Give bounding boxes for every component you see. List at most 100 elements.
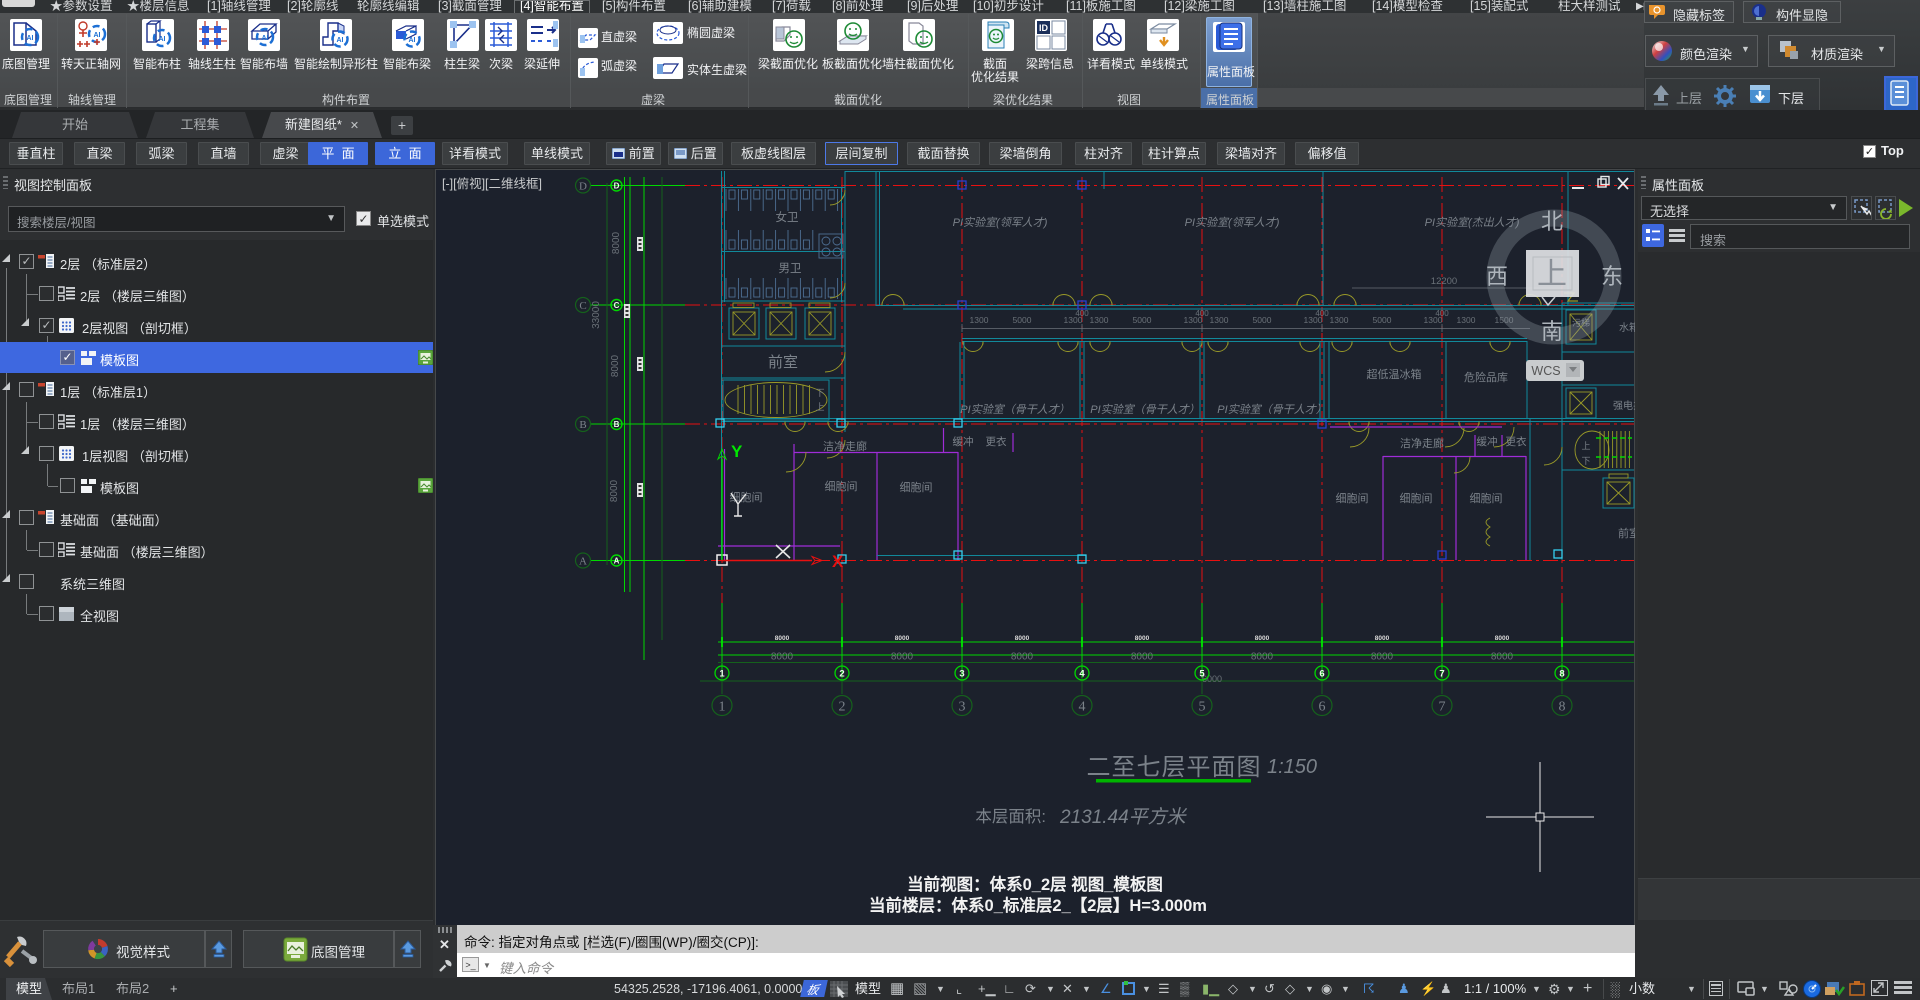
- svg-text:8000: 8000: [1375, 635, 1390, 642]
- svg-text:缓冲: 缓冲: [1477, 435, 1498, 448]
- svg-text:8000: 8000: [1015, 635, 1030, 642]
- svg-text:西: 西: [1486, 264, 1508, 289]
- svg-text:8000: 8000: [1255, 635, 1270, 642]
- svg-text:下: 下: [1581, 456, 1590, 466]
- svg-text:上: 上: [815, 402, 824, 412]
- svg-text:PI实验室(杰出人才): PI实验室(杰出人才): [1425, 216, 1520, 229]
- svg-text:下: 下: [815, 388, 824, 398]
- svg-text:8000: 8000: [1135, 635, 1150, 642]
- svg-text:8000: 8000: [610, 354, 621, 377]
- svg-text:超低温冰箱: 超低温冰箱: [1367, 367, 1422, 381]
- svg-text:南: 南: [1541, 319, 1563, 344]
- svg-text:8000: 8000: [1251, 652, 1274, 663]
- svg-text:5000: 5000: [1253, 315, 1272, 325]
- svg-text:A: A: [614, 557, 620, 566]
- svg-text:2: 2: [839, 669, 844, 680]
- svg-text:1:150: 1:150: [1267, 756, 1317, 778]
- svg-text:8000: 8000: [1131, 652, 1154, 663]
- svg-text:细胞间: 细胞间: [1336, 492, 1369, 505]
- svg-text:PI实验室（骨干人才）: PI实验室（骨干人才）: [1217, 403, 1326, 416]
- svg-text:8000: 8000: [1371, 652, 1394, 663]
- svg-text:8000: 8000: [771, 652, 794, 663]
- svg-text:A: A: [579, 556, 587, 568]
- svg-text:危险品库: 危险品库: [1464, 370, 1508, 384]
- svg-text:8000: 8000: [611, 231, 622, 254]
- svg-text:7: 7: [1439, 700, 1446, 715]
- svg-text:当前视图：体系0_2层 视图_模板图: 当前视图：体系0_2层 视图_模板图: [907, 874, 1163, 894]
- svg-text:3: 3: [959, 700, 966, 715]
- svg-text:更衣: 更衣: [1506, 435, 1528, 448]
- svg-text:细胞间: 细胞间: [825, 480, 858, 493]
- svg-text:C: C: [614, 301, 620, 310]
- svg-text:4: 4: [1079, 669, 1085, 680]
- svg-text:Y: Y: [731, 442, 743, 461]
- svg-text:8: 8: [1559, 669, 1564, 680]
- svg-text:缓冲: 缓冲: [953, 435, 974, 448]
- svg-text:400: 400: [1195, 309, 1209, 318]
- svg-text:细胞间: 细胞间: [1400, 492, 1433, 505]
- svg-text:400: 400: [1435, 309, 1449, 318]
- svg-text:PI实验室（骨干人才）: PI实验室（骨干人才）: [1090, 403, 1199, 416]
- svg-text:5: 5: [1199, 700, 1206, 715]
- svg-text:二至七层平面图: 二至七层平面图: [1087, 754, 1262, 781]
- svg-text:8000: 8000: [891, 652, 914, 663]
- svg-text:4: 4: [1079, 700, 1086, 715]
- svg-text:8000: 8000: [1495, 635, 1510, 642]
- svg-text:D: D: [579, 181, 587, 193]
- svg-text:洁净走廊: 洁净走廊: [823, 439, 867, 453]
- svg-text:ID: ID: [1039, 23, 1049, 33]
- svg-text:当前楼层：体系0_标准层2_【2层】H=3.000m: 当前楼层：体系0_标准层2_【2层】H=3.000m: [869, 895, 1207, 915]
- svg-text:5000: 5000: [1013, 315, 1032, 325]
- svg-text:女卫: 女卫: [776, 210, 799, 224]
- svg-text:细胞间: 细胞间: [900, 481, 933, 494]
- svg-text:7: 7: [1439, 669, 1444, 680]
- svg-text:AI: AI: [159, 36, 166, 43]
- svg-text:12200: 12200: [1431, 276, 1457, 287]
- svg-text:北: 北: [1541, 209, 1563, 234]
- svg-text:PI实验室(领军人才): PI实验室(领军人才): [953, 216, 1048, 229]
- svg-text:男卫: 男卫: [779, 263, 802, 275]
- svg-text:WCS: WCS: [1531, 364, 1560, 378]
- svg-text:8: 8: [1559, 700, 1566, 715]
- svg-text:1300: 1300: [1457, 315, 1476, 325]
- svg-text:1300: 1300: [970, 315, 989, 325]
- svg-text:33000: 33000: [591, 301, 602, 329]
- svg-text:[-][俯视][二维线框]: [-][俯视][二维线框]: [442, 176, 542, 191]
- svg-text:AI: AI: [262, 35, 269, 42]
- svg-text:6: 6: [1319, 669, 1324, 680]
- svg-text:B: B: [579, 419, 586, 431]
- svg-text:8000: 8000: [609, 479, 620, 502]
- svg-text:1: 1: [719, 700, 726, 715]
- svg-text:5000: 5000: [1133, 315, 1152, 325]
- svg-text:PI实验室(领军人才): PI实验室(领军人才): [1185, 216, 1280, 229]
- svg-text:1300: 1300: [1330, 315, 1349, 325]
- svg-text:AI: AI: [337, 37, 344, 44]
- svg-text:2131.44平方米: 2131.44平方米: [1059, 806, 1188, 828]
- svg-text:前室: 前室: [768, 354, 798, 371]
- svg-text:400: 400: [1075, 309, 1089, 318]
- svg-text:强电井: 强电井: [1613, 399, 1635, 412]
- svg-text:东: 东: [1601, 264, 1623, 289]
- svg-text:PI实验室（骨干人才）: PI实验室（骨干人才）: [960, 403, 1069, 416]
- svg-text:400: 400: [1315, 309, 1329, 318]
- svg-text:5: 5: [1199, 669, 1205, 680]
- svg-text:8000: 8000: [775, 635, 790, 642]
- svg-text:细胞间: 细胞间: [1470, 492, 1503, 505]
- svg-text:前室: 前室: [1618, 526, 1635, 540]
- svg-text:本层面积:: 本层面积:: [975, 807, 1046, 826]
- svg-text:8000: 8000: [1011, 652, 1034, 663]
- svg-text:上: 上: [1581, 441, 1590, 451]
- svg-text:C: C: [579, 300, 586, 312]
- svg-text:X: X: [832, 552, 844, 571]
- svg-text:AI: AI: [409, 37, 416, 44]
- svg-text:1300: 1300: [1090, 315, 1109, 325]
- svg-text:8000: 8000: [1491, 652, 1514, 663]
- svg-text:洁净走廊: 洁净走廊: [1400, 436, 1444, 450]
- svg-text:B: B: [614, 420, 620, 429]
- svg-text:2: 2: [839, 700, 846, 715]
- svg-text:更衣: 更衣: [986, 435, 1007, 448]
- svg-text:AI: AI: [27, 35, 34, 42]
- svg-text:D: D: [614, 182, 620, 191]
- svg-text:6: 6: [1319, 700, 1326, 715]
- svg-text:AI: AI: [94, 32, 101, 39]
